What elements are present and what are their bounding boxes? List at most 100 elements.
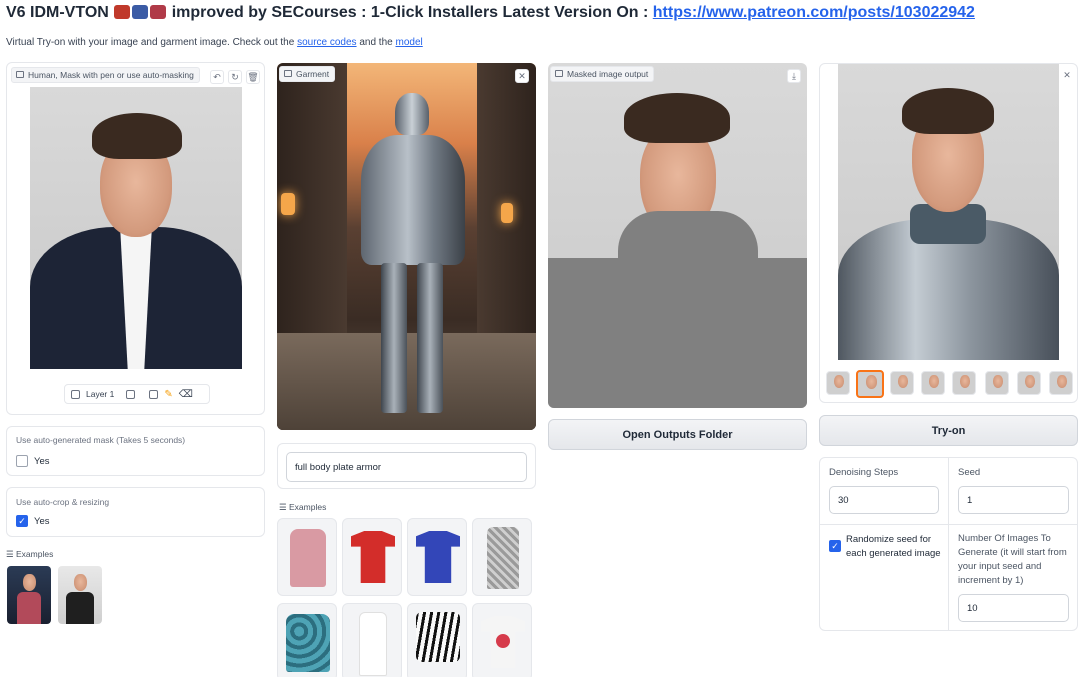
auto-mask-label: Use auto-generated mask (Takes 5 seconds… xyxy=(16,435,186,445)
trash-icon[interactable]: 🗑 xyxy=(246,70,260,84)
close-icon[interactable]: ✕ xyxy=(1060,69,1074,83)
garment-example-white-tank[interactable] xyxy=(342,603,402,677)
thumb-face xyxy=(960,375,970,388)
auto-mask-checkbox[interactable] xyxy=(16,455,28,467)
output-gallery: ⤓ ✕ xyxy=(819,63,1078,403)
human-panel-label: Human, Mask with pen or use auto-masking xyxy=(11,67,200,83)
garment-description-box: full body plate armor xyxy=(277,443,536,489)
redo-icon[interactable]: ↻ xyxy=(228,70,242,84)
garment-example-blue-top[interactable] xyxy=(407,518,467,596)
subtitle-text: Virtual Try-on with your image and garme… xyxy=(6,37,295,48)
title-mid: improved by SECourses : 1-Click Installe… xyxy=(171,4,649,21)
auto-crop-option: Yes xyxy=(34,516,50,527)
gallery-thumb-5[interactable] xyxy=(952,371,976,395)
human-example-2[interactable] xyxy=(58,566,102,624)
image-upload-icon[interactable] xyxy=(126,389,136,399)
garment-example-minnie-tshirt[interactable] xyxy=(472,603,532,677)
auto-mask-group: Use auto-generated mask (Takes 5 seconds… xyxy=(6,426,265,476)
crop-icon[interactable] xyxy=(149,389,159,399)
gallery-thumb-8[interactable] xyxy=(1049,371,1073,395)
settings-hdivider xyxy=(820,524,1077,525)
auto-mask-option: Yes xyxy=(34,456,50,467)
thumb-face xyxy=(929,375,939,388)
garment-image-panel[interactable]: Garment ✕ xyxy=(277,63,536,430)
human-photo[interactable] xyxy=(30,87,242,369)
denoising-steps-input[interactable]: 30 xyxy=(829,486,939,514)
hair-shape xyxy=(624,93,730,143)
gallery-thumb-4[interactable] xyxy=(921,371,945,395)
auto-crop-group: Use auto-crop & resizing ✓ Yes xyxy=(6,487,265,537)
masked-photo xyxy=(548,63,807,408)
human-examples-label: ☰ Examples xyxy=(6,549,54,559)
pink-sweater xyxy=(290,529,326,587)
thumb-face xyxy=(993,375,1003,388)
garment-photo[interactable] xyxy=(277,63,536,430)
layers-icon[interactable] xyxy=(71,389,80,399)
eraser-icon[interactable]: ⌫ xyxy=(179,389,193,400)
human-image-editor[interactable]: Human, Mask with pen or use auto-masking… xyxy=(6,62,265,415)
settings-divider xyxy=(948,458,949,630)
download-icon[interactable]: ⤓ xyxy=(787,69,801,83)
example-face xyxy=(74,574,87,591)
gallery-thumb-6[interactable] xyxy=(985,371,1009,395)
patreon-link[interactable]: https://www.patreon.com/posts/103022942 xyxy=(653,4,975,21)
undo-icon[interactable]: ↶ xyxy=(210,70,224,84)
garment-example-floral-blouse[interactable] xyxy=(277,603,337,677)
garment-example-red-tshirt[interactable] xyxy=(342,518,402,596)
gallery-thumb-7[interactable] xyxy=(1017,371,1041,395)
list-icon: ☰ xyxy=(279,502,287,512)
lamp-left xyxy=(281,193,295,215)
subtitle-and: and the xyxy=(359,37,393,48)
thumb-face xyxy=(1057,375,1067,388)
list-icon: ☰ xyxy=(6,549,14,559)
human-example-1[interactable] xyxy=(7,566,51,624)
source-codes-link[interactable]: source codes xyxy=(297,37,356,48)
knight-helmet xyxy=(395,93,429,135)
gallery-thumb-3[interactable] xyxy=(890,371,914,395)
seed-label: Seed xyxy=(958,467,981,478)
denoising-steps-label: Denoising Steps xyxy=(829,467,899,478)
seed-input[interactable]: 1 xyxy=(958,486,1069,514)
layer-label[interactable]: Layer 1 xyxy=(86,389,114,399)
garment-panel-label: Garment xyxy=(279,66,336,82)
mask-shoulders xyxy=(618,211,758,271)
masked-panel-label: Masked image output xyxy=(550,66,655,82)
check-icon: ✓ xyxy=(18,516,26,526)
thumb-face xyxy=(866,375,877,389)
title-prefix: V6 IDM-VTON xyxy=(6,4,109,21)
try-on-button[interactable]: Try-on xyxy=(819,415,1078,446)
sequin-top xyxy=(487,527,519,589)
randomize-seed-checkbox[interactable]: ✓ xyxy=(829,540,841,552)
thumb-face xyxy=(1025,375,1035,388)
lamp-right xyxy=(501,203,513,223)
striped-top xyxy=(416,612,460,662)
model-link[interactable]: model xyxy=(396,37,423,48)
gallery-thumb-1[interactable] xyxy=(826,371,850,395)
output-photo[interactable] xyxy=(838,64,1059,360)
coat-emoji-icon xyxy=(132,5,149,19)
tshirt-emoji-icon xyxy=(150,5,167,19)
shirt-emoji-icon xyxy=(114,5,131,19)
check-icon: ✓ xyxy=(831,541,839,551)
knight-leg-left xyxy=(381,263,407,413)
close-icon[interactable]: ✕ xyxy=(515,69,529,83)
garment-example-pink-sweater[interactable] xyxy=(277,518,337,596)
garment-example-striped-top[interactable] xyxy=(407,603,467,677)
gallery-thumb-2[interactable] xyxy=(856,370,884,398)
garment-example-sequin-top[interactable] xyxy=(472,518,532,596)
brush-icon[interactable]: ✎ xyxy=(164,389,172,400)
knight-leg-right xyxy=(417,263,443,413)
image-icon xyxy=(16,71,24,78)
garment-description-input[interactable]: full body plate armor xyxy=(286,452,527,482)
mask-region xyxy=(548,258,807,408)
garment-examples-label: ☰ Examples xyxy=(279,502,327,512)
image-editor-toolbar: Layer 1 ✎ ⌫ xyxy=(64,384,210,404)
auto-crop-checkbox[interactable]: ✓ xyxy=(16,515,28,527)
masked-image-panel: Masked image output ⤓ xyxy=(548,63,807,408)
hair-shape xyxy=(902,88,994,134)
open-outputs-folder-button[interactable]: Open Outputs Folder xyxy=(548,419,807,450)
thumb-face xyxy=(898,375,908,388)
settings-panel: Denoising Steps 30 Seed 1 ✓ Randomize se… xyxy=(819,457,1078,631)
num-images-input[interactable]: 10 xyxy=(958,594,1069,622)
knight-armor xyxy=(361,135,465,265)
